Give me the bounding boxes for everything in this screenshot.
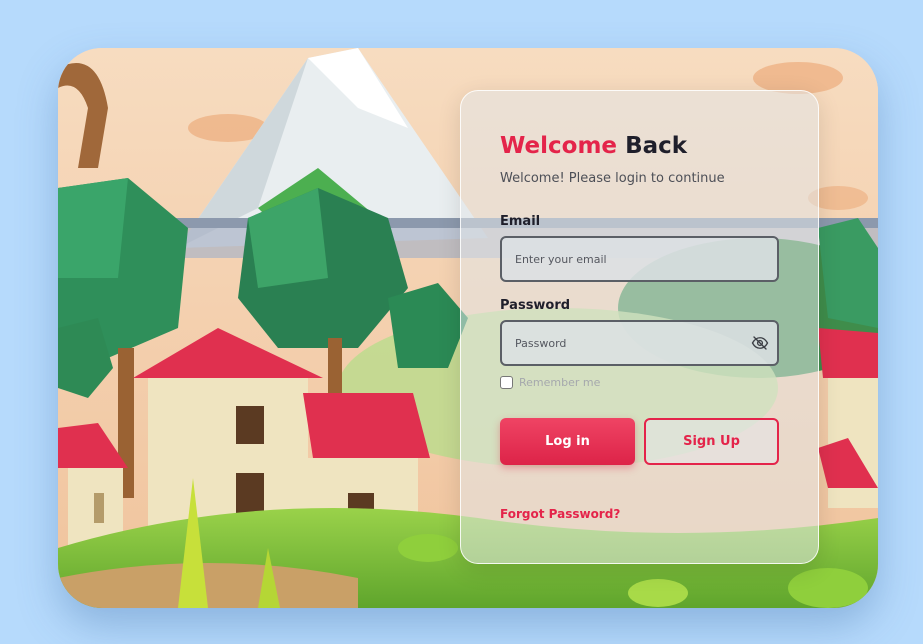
- eye-slash-icon[interactable]: [751, 334, 769, 352]
- login-button[interactable]: Log in: [500, 418, 635, 465]
- email-field[interactable]: [500, 236, 779, 282]
- title-rest-word: Back: [625, 133, 688, 159]
- login-panel: Welcome Back Welcome! Please login to co…: [460, 90, 819, 564]
- password-field[interactable]: [500, 320, 779, 366]
- remember-me-checkbox[interactable]: [500, 376, 513, 389]
- remember-me: Remember me: [500, 376, 600, 389]
- login-card: Welcome Back Welcome! Please login to co…: [58, 48, 878, 608]
- page-subtitle: Welcome! Please login to continue: [500, 171, 725, 186]
- password-label: Password: [500, 298, 571, 313]
- forgot-password-link[interactable]: Forgot Password?: [500, 507, 620, 521]
- page-title: Welcome Back: [500, 133, 687, 159]
- email-label: Email: [500, 214, 541, 229]
- title-accent-word: Welcome: [500, 133, 618, 159]
- remember-me-label: Remember me: [519, 376, 601, 389]
- signup-button[interactable]: Sign Up: [644, 418, 779, 465]
